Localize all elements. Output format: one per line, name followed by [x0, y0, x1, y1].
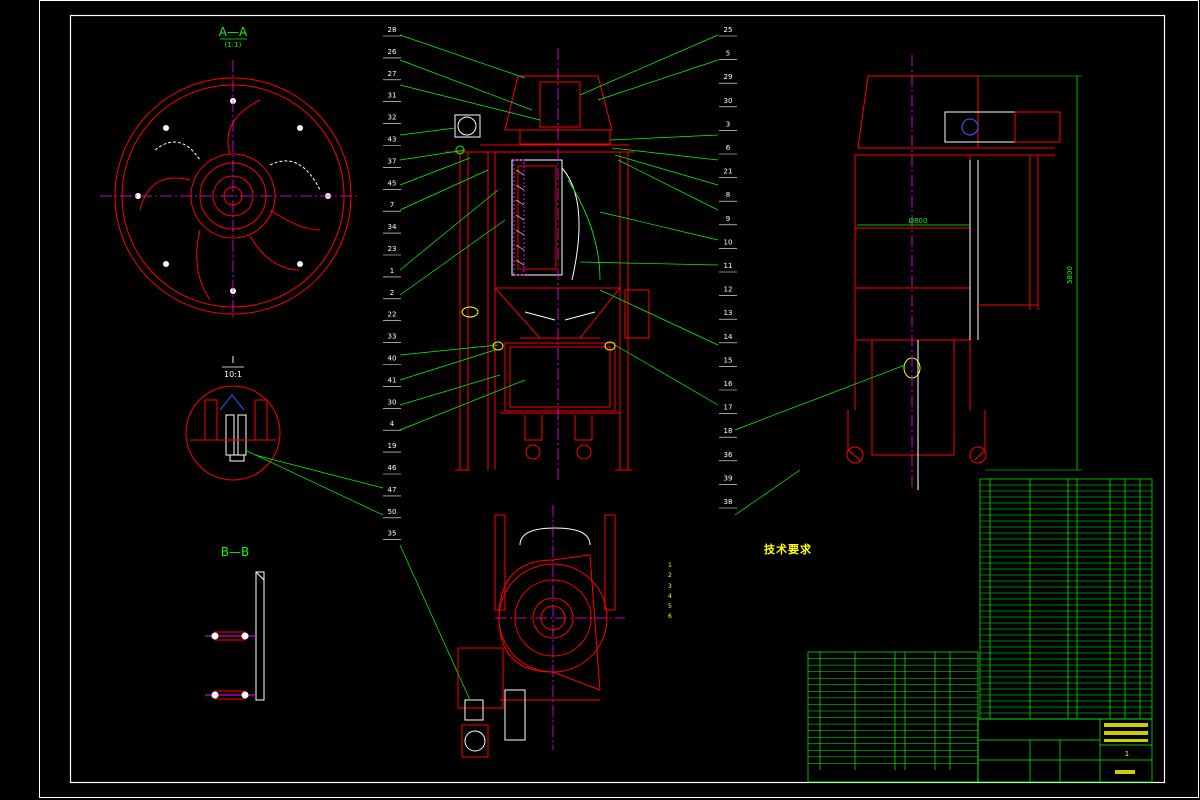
drawing-sheet: A—A (1:1) I 10:1 B—B Ø800 5800 282627313…: [39, 0, 1199, 798]
right-callout-label: 5: [726, 50, 730, 58]
detail-i-title: I: [232, 355, 235, 366]
right-callout-label: 17: [724, 404, 733, 412]
right-callout-label: 30: [724, 97, 733, 105]
title-block-marks: [1104, 723, 1148, 774]
section-aa-centerlines: [100, 60, 358, 320]
section-aa-scale: (1:1): [225, 41, 242, 49]
right-callout-label: 38: [724, 498, 733, 506]
left-callout-label: 37: [388, 157, 397, 165]
left-callout-label: 19: [388, 442, 397, 450]
technical-requirements: 技术要求 1 2 3 4 5 6: [668, 543, 908, 622]
tech-req-line-2: 2: [668, 572, 672, 580]
right-callout-label: 13: [724, 309, 733, 317]
section-bb-title: B—B: [221, 545, 249, 559]
left-callout-label: 28: [388, 26, 397, 34]
left-callout-label: 27: [388, 70, 397, 78]
main-front-hatching: [515, 169, 525, 266]
right-callout-label: 15: [724, 356, 733, 364]
title-block-sheet-no: 1: [1125, 750, 1129, 758]
tech-req-line-5: 5: [668, 603, 672, 611]
right-callout-label: 10: [724, 238, 733, 246]
right-callout-label: 6: [726, 144, 731, 152]
left-callout-label: 23: [388, 245, 397, 253]
left-callout-label: 1: [390, 267, 394, 275]
right-callout-label: 12: [724, 286, 733, 294]
outer-border: [39, 0, 1199, 798]
left-callout-label: 43: [388, 136, 397, 144]
left-callout-label: 33: [388, 333, 397, 341]
top-plan-view: [457, 514, 616, 758]
right-callout-label: 9: [726, 215, 730, 223]
right-callout-label: 36: [724, 451, 733, 459]
left-callout-label: 31: [388, 92, 397, 100]
side-view: [846, 75, 1061, 490]
section-bb-view: [205, 571, 265, 701]
tech-req-line-4: 4: [668, 592, 672, 600]
left-callout-stack: 2826273132433745734231222334041304194647…: [383, 26, 401, 541]
tech-req-line-3: 3: [668, 582, 672, 590]
detail-i-view: [185, 385, 281, 481]
right-callout-label: 11: [724, 262, 733, 270]
left-callout-label: 35: [388, 530, 397, 538]
section-aa-title: A—A: [219, 25, 248, 39]
left-callout-label: 46: [388, 464, 397, 472]
left-callout-label: 22: [388, 311, 397, 319]
right-callout-label: 3: [726, 120, 730, 128]
left-callout-label: 34: [388, 223, 397, 231]
left-callout-label: 45: [388, 179, 397, 187]
dimension-diameter: Ø800: [909, 217, 928, 225]
technical-requirements-title: 技术要求: [764, 543, 812, 556]
tech-req-line-6: 6: [668, 613, 672, 621]
tech-req-line-1: 1: [668, 562, 672, 570]
left-callout-label: 50: [388, 508, 397, 516]
left-callout-label: 47: [388, 486, 397, 494]
right-callout-label: 29: [724, 73, 733, 81]
left-callout-label: 41: [388, 376, 397, 384]
parts-table-left-rows: [808, 658, 978, 764]
parts-table-right-rows: [980, 484, 1152, 714]
left-callout-label: 4: [390, 420, 395, 428]
right-callout-label: 21: [724, 168, 733, 176]
right-callout-label: 18: [724, 427, 733, 435]
right-callout-label: 39: [724, 474, 733, 482]
right-callout-label: 8: [726, 191, 730, 199]
left-callout-label: 26: [388, 48, 397, 56]
main-front-view: [445, 75, 650, 471]
left-callout-label: 7: [390, 201, 394, 209]
left-callout-label: 40: [388, 355, 397, 363]
right-callout-label: 16: [724, 380, 733, 388]
left-callout-label: 32: [388, 114, 397, 122]
right-callout-stack: 2552930362189101112131415161718363938: [719, 26, 737, 509]
right-callout-label: 25: [724, 26, 733, 34]
right-callout-label: 14: [724, 333, 733, 341]
left-callout-label: 30: [388, 398, 397, 406]
detail-i-scale: 10:1: [224, 370, 242, 379]
left-callout-label: 2: [390, 289, 394, 297]
dimension-height: 5800: [1066, 266, 1074, 284]
